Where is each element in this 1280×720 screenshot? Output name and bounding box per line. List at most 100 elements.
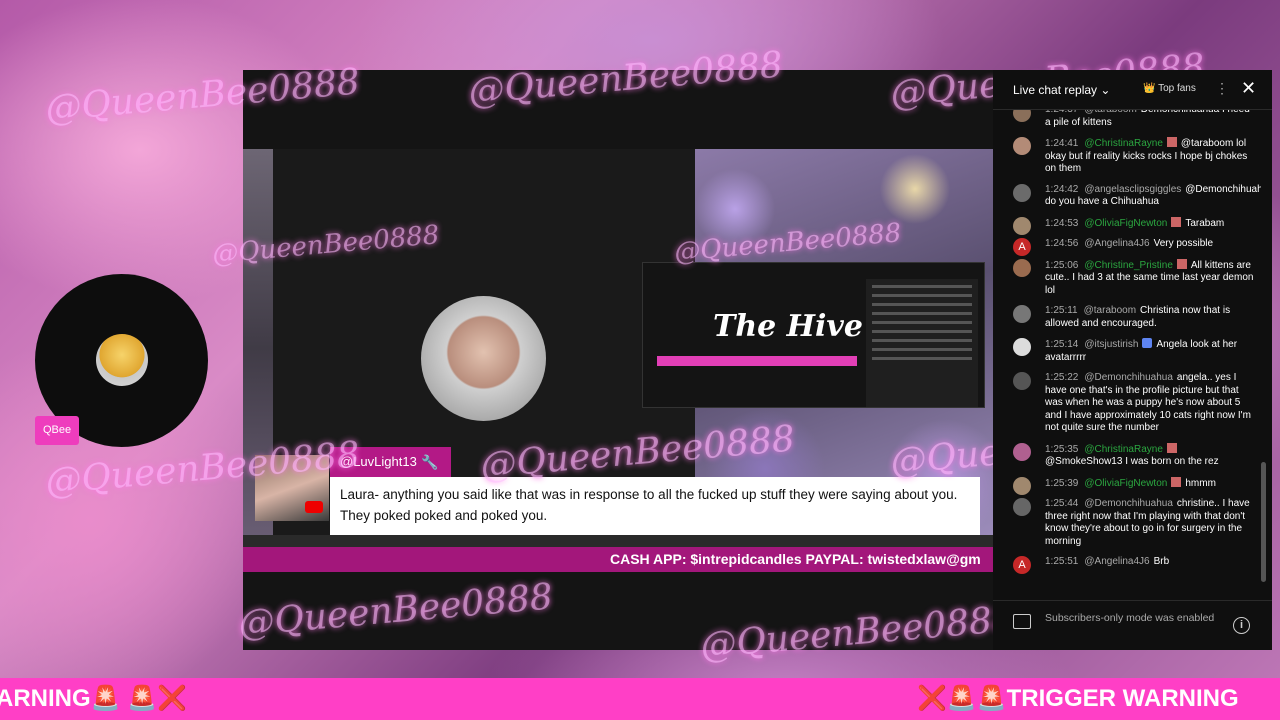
trigger-warning-banner: ARNING🚨 🚨❌ ❌🚨🚨TRIGGER WARNING: [0, 678, 1280, 720]
author-avatar[interactable]: [1013, 183, 1031, 202]
message-timestamp: 1:25:11: [1045, 305, 1078, 316]
chat-message[interactable]: 1:24:41 @ChristinaRayne @taraboom lol okay…: [993, 137, 1261, 176]
message-author[interactable]: @OliviaFigNewton: [1084, 218, 1167, 229]
more-options-icon[interactable]: ⋮: [1215, 80, 1229, 97]
video-bottom-band: [243, 572, 995, 650]
message-timestamp: 1:24:53: [1045, 217, 1079, 229]
message-text: hmmm: [1185, 477, 1216, 489]
chat-message[interactable]: A 1:25:51 @Angelina4J6 Brb: [993, 556, 1261, 574]
wrench-icon: 🔧: [421, 454, 439, 470]
stage-bottom-strip: [243, 535, 995, 547]
message-author[interactable]: @Demonchihuahua: [1084, 498, 1173, 509]
donation-ticker: CASH APP: $intrepidcandles PAYPAL: twist…: [243, 547, 995, 572]
chat-message[interactable]: 1:25:11 @taraboom Christina now that is al…: [993, 305, 1261, 330]
video-top-band: [243, 70, 995, 149]
author-avatar[interactable]: [1013, 476, 1031, 495]
author-avatar[interactable]: [1013, 498, 1031, 516]
crown-icon: 👑: [1143, 83, 1156, 94]
message-author[interactable]: @Angelina4J6: [1084, 238, 1149, 249]
close-icon[interactable]: ✕: [1241, 78, 1256, 99]
message-timestamp: 1:25:14: [1045, 339, 1079, 350]
chat-message[interactable]: 1:25:35 @ChristinaRayne@SmokeShow13 I was…: [993, 442, 1261, 469]
chat-footer: Subscribers-only mode was enabled i: [993, 600, 1272, 650]
member-badge-icon: [1176, 258, 1187, 269]
author-avatar[interactable]: A: [1013, 238, 1031, 256]
message-timestamp: 1:25:44: [1045, 498, 1079, 509]
chevron-down-icon: ⌄: [1100, 83, 1111, 97]
chat-message[interactable]: 1:25:22 @Demonchihuahua angela.. yes I hav…: [993, 372, 1261, 435]
message-timestamp: 1:25:06: [1045, 259, 1079, 271]
message-author[interactable]: @taraboom: [1084, 305, 1136, 316]
message-author[interactable]: @angelasclipsgiggles: [1084, 184, 1181, 195]
author-avatar[interactable]: [1013, 372, 1031, 390]
chat-message[interactable]: 1:25:39 @OliviaFigNewton hmmm: [993, 476, 1261, 495]
author-avatar[interactable]: [1013, 258, 1031, 277]
message-timestamp: 1:24:56: [1045, 238, 1079, 249]
message-timestamp: 1:25:22: [1045, 372, 1079, 383]
chat-message[interactable]: 1:24:42 @angelasclipsgiggles @Demonchihuah…: [993, 183, 1261, 209]
message-text: @SmokeShow13 I was born on the rez: [1045, 456, 1219, 467]
message-text: Very possible: [1153, 238, 1214, 249]
chat-message[interactable]: 1:24:37@taraboomDemonchihuahua I need a …: [993, 110, 1261, 129]
avatar-name-tag: QBee: [35, 416, 80, 445]
chat-header: Live chat replay ⌄ 👑 Top fans ⋮ ✕: [993, 70, 1272, 110]
author-avatar[interactable]: [1013, 442, 1031, 461]
message-timestamp: 1:24:41: [1045, 138, 1079, 149]
message-text: Brb: [1153, 556, 1170, 567]
message-author[interactable]: @Angelina4J6: [1084, 556, 1149, 567]
highlighted-comment-author-name: @LuvLight13: [340, 454, 417, 469]
top-fans-button[interactable]: 👑 Top fans: [1143, 83, 1196, 94]
message-timestamp: 1:25:51: [1045, 556, 1079, 567]
chat-mode-label: Live chat replay: [1013, 83, 1098, 97]
donation-ticker-text: CASH APP: $intrepidcandles PAYPAL: twist…: [610, 551, 981, 567]
author-avatar[interactable]: [1013, 216, 1031, 235]
member-badge-icon: [1171, 476, 1182, 487]
message-author[interactable]: @Demonchihuahua: [1084, 372, 1173, 383]
highlighted-comment-author: @LuvLight13 🔧: [330, 447, 451, 477]
subscribers-only-notice: Subscribers-only mode was enabled: [1045, 612, 1215, 624]
host-camera-circle: [421, 296, 546, 421]
highlighted-comment-text: Laura- anything you said like that was i…: [330, 477, 980, 535]
chat-message[interactable]: 1:25:14 @itsjustirish Angela look at her a…: [993, 338, 1261, 364]
member-badge-icon: [1171, 216, 1182, 227]
video-player[interactable]: The Hive @LuvLight13 🔧 Laura- anything y…: [243, 70, 995, 650]
message-author[interactable]: @taraboom: [1084, 110, 1136, 115]
warning-text-left: ARNING🚨 🚨❌: [0, 685, 187, 712]
message-author[interactable]: @itsjustirish: [1084, 339, 1138, 350]
message-timestamp: 1:25:39: [1045, 477, 1079, 489]
chat-message[interactable]: A 1:24:56 @Angelina4J6 Very possible: [993, 238, 1261, 256]
hive-logo: The Hive: [713, 309, 863, 344]
chat-message[interactable]: 1:25:44 @Demonchihuahua christine.. I have…: [993, 498, 1261, 548]
message-author[interactable]: @Christine_Pristine: [1084, 260, 1173, 271]
author-avatar[interactable]: [1013, 338, 1031, 356]
author-avatar[interactable]: [1013, 110, 1031, 122]
chat-message-list[interactable]: 1:24:37@taraboomDemonchihuahua I need a …: [993, 110, 1261, 598]
info-icon[interactable]: i: [1233, 617, 1250, 634]
chat-message[interactable]: 1:24:53 @OliviaFigNewton Tarabam: [993, 216, 1261, 235]
warning-text-right: ❌🚨🚨TRIGGER WARNING: [917, 685, 1239, 712]
message-timestamp: 1:24:42: [1045, 183, 1079, 195]
author-avatar[interactable]: [1013, 137, 1031, 155]
member-badge-icon: [1166, 442, 1177, 453]
message-timestamp: 1:24:37: [1045, 110, 1078, 115]
message-author[interactable]: @ChristinaRayne: [1084, 138, 1163, 149]
message-timestamp: 1:25:35: [1045, 443, 1079, 455]
chat-mode-dropdown[interactable]: Live chat replay ⌄: [1013, 83, 1110, 97]
top-fans-label: Top fans: [1158, 83, 1196, 94]
chat-message[interactable]: 1:25:06 @Christine_Pristine All kittens ar…: [993, 258, 1261, 298]
author-avatar[interactable]: [1013, 305, 1031, 323]
member-badge-icon: [1166, 137, 1177, 147]
youtube-icon: [305, 501, 323, 513]
live-chat-panel: Live chat replay ⌄ 👑 Top fans ⋮ ✕ 1:24:3…: [993, 70, 1272, 650]
subscribers-only-icon: [1013, 614, 1031, 629]
message-text: Tarabam: [1185, 217, 1225, 229]
embedded-screen-share: The Hive: [642, 262, 985, 408]
message-author[interactable]: @ChristinaRayne: [1084, 444, 1163, 455]
bee-avatar-icon: [96, 334, 148, 386]
mini-chat-panel: [866, 279, 978, 407]
verified-badge-icon: [1142, 338, 1153, 348]
chat-scrollbar[interactable]: [1261, 462, 1266, 582]
author-avatar[interactable]: A: [1013, 556, 1031, 574]
mini-banner-bar: [657, 356, 857, 366]
message-author[interactable]: @OliviaFigNewton: [1084, 478, 1167, 489]
